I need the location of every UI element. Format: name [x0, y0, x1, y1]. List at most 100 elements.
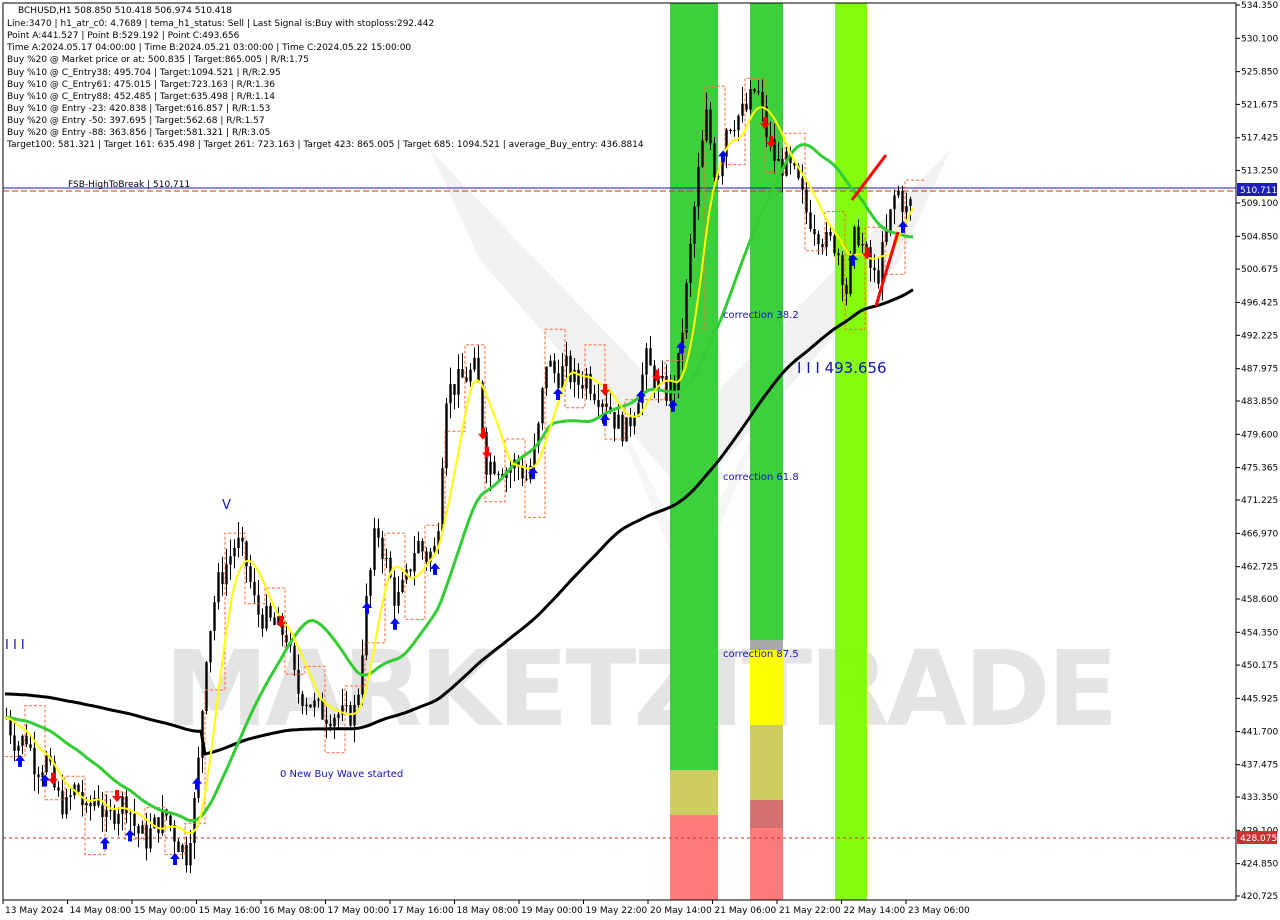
candle-body [689, 243, 692, 283]
candle-body [709, 109, 712, 144]
candle-body [145, 824, 148, 849]
candle-body [685, 282, 688, 333]
candle-body [421, 540, 424, 552]
price-tick-label: 530.100 [1241, 34, 1278, 44]
candle-body [813, 229, 816, 235]
candle-body [577, 369, 580, 385]
candle-body [369, 569, 372, 596]
candle-body [397, 592, 400, 606]
price-tick-label: 534.350 [1241, 1, 1278, 11]
candle-body [105, 810, 108, 818]
price-tick-label: 504.850 [1241, 232, 1278, 242]
candle-body [325, 719, 328, 724]
candle-body [65, 797, 68, 815]
candle-body [453, 384, 456, 395]
candle-body [129, 813, 132, 815]
info-line-11: Target100: 581.321 | Target 161: 635.498… [6, 140, 644, 150]
candle-body [569, 355, 572, 383]
candle-body [465, 377, 468, 382]
candle-body [413, 553, 416, 572]
candle-body [241, 537, 244, 542]
candle-body [825, 231, 828, 248]
candle-body [213, 602, 216, 632]
candle-body [101, 805, 104, 818]
time-tick-label: 17 May 16:00 [392, 906, 454, 916]
candle-body [313, 700, 316, 708]
candle-body [613, 412, 616, 429]
candle-body [345, 705, 348, 707]
time-tick-label: 15 May 16:00 [199, 906, 261, 916]
time-tick-label: 14 May 08:00 [70, 906, 132, 916]
band-2-yellow [750, 650, 783, 725]
candle-body [217, 572, 220, 603]
candle-body [33, 747, 36, 775]
candle-body [489, 461, 492, 475]
candle-body [873, 267, 876, 271]
price-tick-label: 487.975 [1241, 365, 1278, 375]
candle-body [801, 178, 804, 190]
candle-body [493, 461, 496, 474]
candle-body [741, 103, 744, 116]
candle-body [317, 699, 320, 701]
candle-body [701, 140, 704, 168]
candle-body [597, 400, 600, 408]
candle-body [601, 403, 604, 408]
buy-arrow-icon [553, 387, 563, 400]
candle-body [457, 368, 460, 395]
candle-body [189, 843, 192, 866]
candle-body [625, 417, 628, 442]
correction-87-label: correction 87.5 [723, 649, 799, 660]
candle-body [141, 824, 144, 834]
price-tick-label: 513.250 [1241, 166, 1278, 176]
candle-body [381, 537, 384, 560]
v-marker: V [222, 498, 231, 513]
price-tick-label: 517.425 [1241, 134, 1278, 144]
buy-arrow-icon [192, 777, 202, 790]
candle-body [697, 167, 700, 207]
candle-body [301, 693, 304, 707]
candle-body [521, 466, 524, 479]
candle-body [133, 813, 136, 827]
time-tick-label: 19 May 22:00 [586, 906, 648, 916]
candle-body [385, 557, 388, 560]
candle-body [137, 826, 140, 834]
candle-body [233, 547, 236, 557]
band-2-red [750, 828, 783, 900]
price-tick-label: 471.225 [1241, 496, 1278, 506]
candle-body [257, 595, 260, 615]
price-tick-label: 420.725 [1241, 892, 1278, 902]
info-line-9: Buy %20 @ Entry -50: 397.695 | Target:56… [7, 116, 265, 126]
candle-body [293, 645, 296, 670]
time-tick-label: 21 May 22:00 [779, 906, 841, 916]
price-chart[interactable]: MARKETZITRADE 534.350530.100525.850521.6… [0, 0, 1280, 920]
candle-body [177, 841, 180, 853]
candle-body [617, 414, 620, 429]
candle-body [445, 403, 448, 469]
current-price-label: 510.711 [1240, 186, 1277, 196]
candle-body [549, 360, 552, 367]
price-tick-label: 500.675 [1241, 265, 1278, 275]
price-tick-label: 462.725 [1241, 563, 1278, 573]
candle-body [157, 817, 160, 834]
candle-body [857, 226, 860, 246]
candle-body [149, 828, 152, 849]
candle-body [729, 129, 732, 132]
candle-body [581, 384, 584, 389]
price-tick-label: 458.600 [1241, 595, 1278, 605]
band-1-red [670, 815, 718, 900]
candle-body [209, 631, 212, 663]
correction-bands [670, 3, 867, 900]
candle-body [169, 815, 172, 826]
price-tick-label: 441.700 [1241, 728, 1278, 738]
info-line-7: Buy %10 @ C_Entry88: 452.485 | Target:63… [7, 92, 275, 102]
candle-body [469, 369, 472, 382]
candle-body [861, 243, 864, 246]
candle-body [393, 577, 396, 606]
candle-body [249, 566, 252, 582]
price-tick-label: 483.850 [1241, 397, 1278, 407]
info-panel: BCHUSD,H1 508.850 510.418 506.974 510.41… [6, 6, 644, 150]
candle-body [713, 143, 716, 178]
band-3-green [835, 3, 867, 900]
candle-body [705, 109, 708, 141]
time-tick-label: 20 May 14:00 [650, 906, 712, 916]
